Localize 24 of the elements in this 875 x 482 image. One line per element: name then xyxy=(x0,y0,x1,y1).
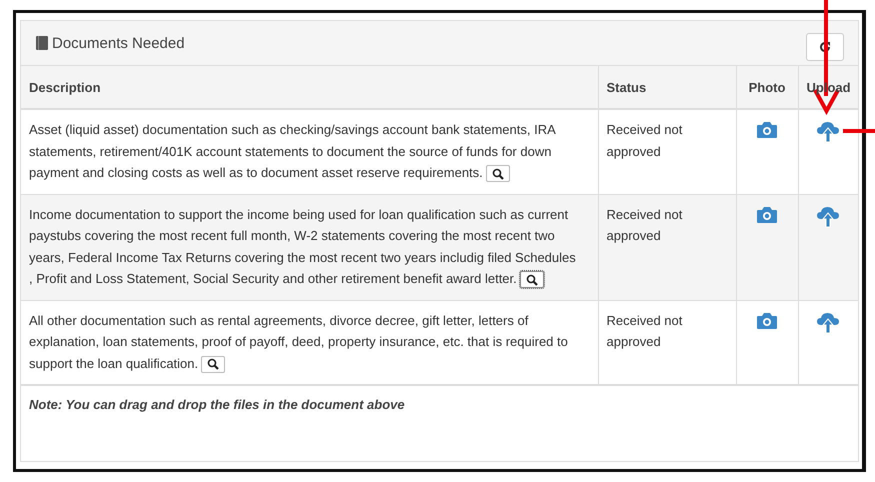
view-button[interactable] xyxy=(201,356,226,373)
drag-drop-note: Note: You can drag and drop the files in the document above xyxy=(21,385,858,423)
document-description: All other documentation such as rental agreements, divorce decree, gift letter, letters of explanation, loan statements, proof of payoff, deed, property insurance, etc. that is required to support the loan qualification. xyxy=(29,310,581,374)
camera-icon[interactable] xyxy=(756,121,778,139)
column-header: Description xyxy=(29,80,101,94)
column-header: Photo xyxy=(748,80,786,94)
status-text: Received not approved xyxy=(606,312,682,349)
cloud-upload-icon[interactable] xyxy=(816,206,840,228)
search-icon xyxy=(492,168,504,180)
document-description: Asset (liquid asset) documentation such as checking/savings account bank statements, IRA statements, retirement/401K account statements to document the source of funds for down payment and closing costs as well as to document asset reserve requirements. xyxy=(29,119,581,184)
document-description: Income documentation to support the income being used for loan qualification such as current paystubs covering the most recent full month, W-2 statements covering the most recent two years, Federal Income Tax Returns covering the most recent two years includig filed Schedules , Profit and Loss Statement, Social Security and other retirement benefit award letter. xyxy=(29,204,581,290)
panel-title: Documents Needed xyxy=(52,34,185,52)
cloud-upload-icon[interactable] xyxy=(816,121,840,143)
view-button[interactable] xyxy=(486,165,510,182)
book-icon xyxy=(35,35,49,51)
status-text: Received not approved xyxy=(606,206,682,243)
camera-icon[interactable] xyxy=(756,312,778,330)
search-icon xyxy=(207,358,220,370)
status-text: Received not approved xyxy=(606,122,682,158)
column-header: Status xyxy=(606,80,646,94)
cloud-upload-icon[interactable] xyxy=(816,312,840,334)
camera-icon[interactable] xyxy=(756,206,778,224)
search-icon xyxy=(526,274,538,286)
view-button[interactable] xyxy=(520,271,544,288)
